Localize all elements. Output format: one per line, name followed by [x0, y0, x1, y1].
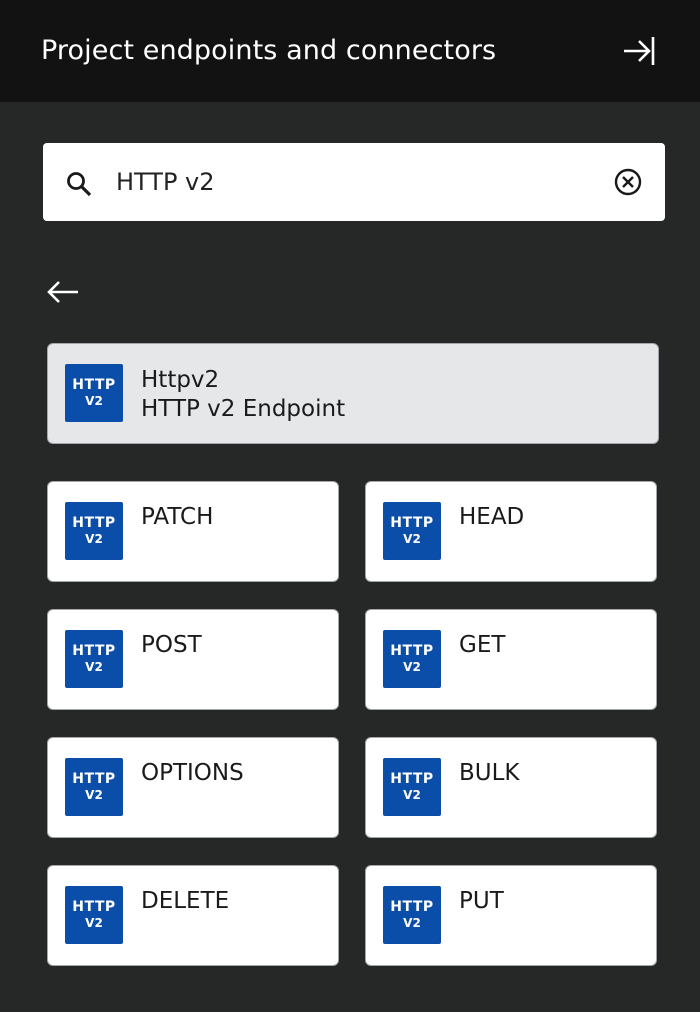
- collapse-panel-icon: [624, 37, 655, 65]
- http-v2-logo-icon: HTTP V2: [65, 886, 123, 944]
- method-label: PATCH: [141, 504, 214, 530]
- logo-text-line1: HTTP: [72, 515, 116, 531]
- http-v2-logo-icon: HTTP V2: [383, 502, 441, 560]
- http-v2-logo-icon: HTTP V2: [65, 630, 123, 688]
- method-card-head[interactable]: HTTP V2 HEAD: [365, 481, 657, 582]
- logo-text-line2: V2: [85, 916, 103, 930]
- http-v2-logo-icon: HTTP V2: [65, 364, 123, 422]
- logo-text-line2: V2: [85, 788, 103, 802]
- clear-search-button[interactable]: [612, 166, 644, 198]
- logo-text-line2: V2: [403, 532, 421, 546]
- http-v2-logo-icon: HTTP V2: [65, 502, 123, 560]
- method-label: OPTIONS: [141, 760, 244, 786]
- endpoint-name: Httpv2: [141, 367, 220, 393]
- http-v2-logo-icon: HTTP V2: [383, 758, 441, 816]
- method-card-bulk[interactable]: HTTP V2 BULK: [365, 737, 657, 838]
- method-label: DELETE: [141, 888, 230, 914]
- method-card-options[interactable]: HTTP V2 OPTIONS: [47, 737, 339, 838]
- logo-text-line1: HTTP: [390, 643, 434, 659]
- http-v2-logo-icon: HTTP V2: [383, 630, 441, 688]
- search-icon: [64, 169, 94, 199]
- method-label: GET: [459, 632, 506, 658]
- method-card-patch[interactable]: HTTP V2 PATCH: [47, 481, 339, 582]
- logo-text-line2: V2: [85, 394, 103, 408]
- arrow-left-icon: [47, 281, 78, 303]
- panel-title: Project endpoints and connectors: [41, 35, 497, 66]
- method-card-get[interactable]: HTTP V2 GET: [365, 609, 657, 710]
- method-label: POST: [141, 632, 202, 658]
- clear-circle-icon: [614, 168, 642, 196]
- panel-header: Project endpoints and connectors: [0, 0, 700, 102]
- logo-text-line1: HTTP: [390, 771, 434, 787]
- logo-text-line2: V2: [403, 788, 421, 802]
- back-button[interactable]: [44, 276, 82, 308]
- search-input[interactable]: [116, 162, 596, 202]
- method-label: BULK: [459, 760, 520, 786]
- logo-text-line1: HTTP: [72, 377, 116, 393]
- logo-text-line1: HTTP: [72, 771, 116, 787]
- endpoint-card-httpv2[interactable]: HTTP V2 Httpv2 HTTP v2 Endpoint: [47, 343, 659, 444]
- method-card-put[interactable]: HTTP V2 PUT: [365, 865, 657, 966]
- method-card-post[interactable]: HTTP V2 POST: [47, 609, 339, 710]
- method-label: HEAD: [459, 504, 525, 530]
- method-label: PUT: [459, 888, 504, 914]
- logo-text-line2: V2: [403, 660, 421, 674]
- logo-text-line1: HTTP: [72, 899, 116, 915]
- http-v2-logo-icon: HTTP V2: [383, 886, 441, 944]
- logo-text-line1: HTTP: [390, 899, 434, 915]
- logo-text-line1: HTTP: [390, 515, 434, 531]
- logo-text-line2: V2: [85, 660, 103, 674]
- http-v2-logo-icon: HTTP V2: [65, 758, 123, 816]
- method-card-delete[interactable]: HTTP V2 DELETE: [47, 865, 339, 966]
- endpoint-subtitle: HTTP v2 Endpoint: [141, 396, 346, 422]
- collapse-panel-button[interactable]: [616, 29, 662, 75]
- logo-text-line1: HTTP: [72, 643, 116, 659]
- logo-text-line2: V2: [85, 532, 103, 546]
- logo-text-line2: V2: [403, 916, 421, 930]
